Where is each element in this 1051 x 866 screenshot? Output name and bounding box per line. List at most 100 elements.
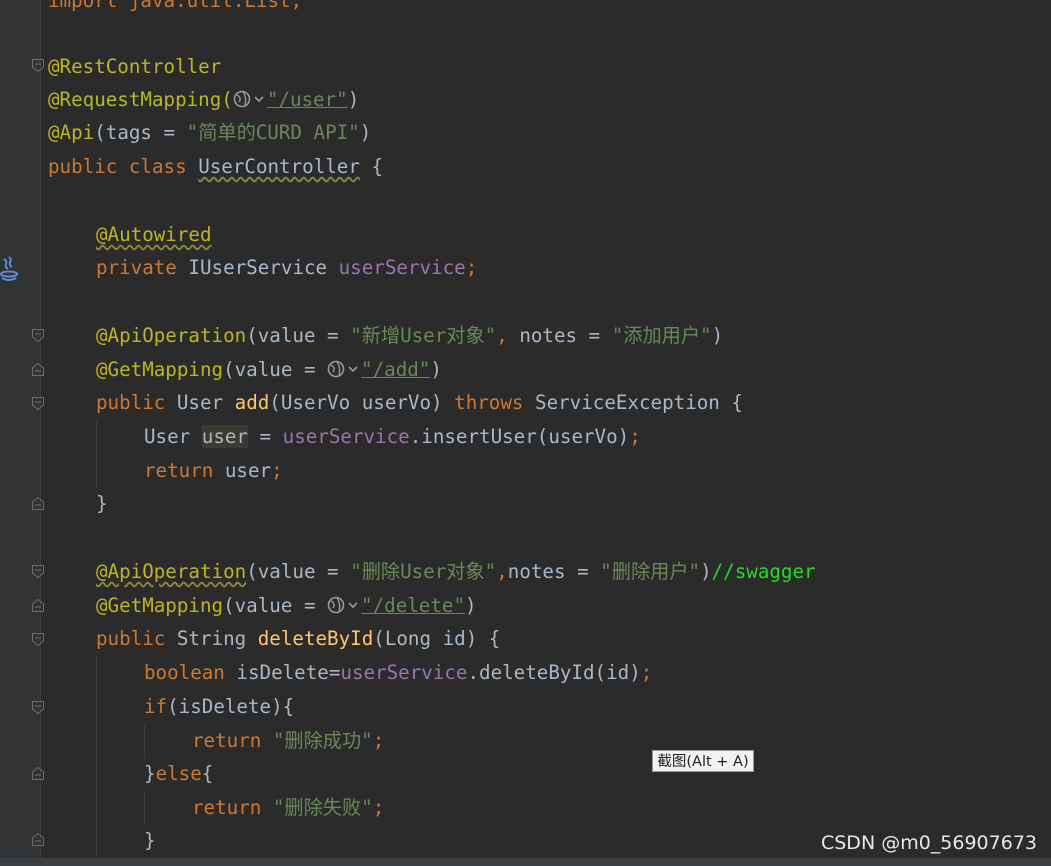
field-name: userService — [340, 661, 468, 684]
method-name: deleteById — [257, 627, 374, 650]
globe-icon[interactable] — [327, 595, 361, 615]
method-call: .deleteById(id) — [467, 661, 641, 684]
fold-icon[interactable] — [32, 767, 44, 780]
keyword: boolean — [144, 661, 237, 684]
code-line-return-user[interactable]: return user; — [144, 454, 283, 487]
fold-icon[interactable] — [32, 497, 44, 510]
code-line-close-else[interactable]: } — [144, 824, 156, 857]
url-path[interactable]: "/user" — [267, 88, 348, 111]
params: (value = — [223, 358, 328, 381]
type-name: User — [144, 425, 202, 448]
annotation: @ApiOperation — [96, 324, 247, 347]
method-call: .insertUser(userVo) — [409, 425, 630, 448]
code-line-getmapping-add[interactable]: @GetMapping(value = "/add") — [96, 353, 442, 386]
code-line-close-add[interactable]: } — [96, 487, 108, 520]
fold-icon[interactable] — [32, 59, 44, 72]
fold-icon[interactable] — [32, 633, 44, 646]
indent-guide — [96, 656, 97, 856]
code-line-getmapping-delete[interactable]: @GetMapping(value = "/delete") — [96, 589, 477, 622]
code-line-private-field[interactable]: private IUserService userService; — [96, 251, 477, 284]
code-line-boolean[interactable]: boolean isDelete=userService.deleteById(… — [144, 656, 652, 689]
fold-icon[interactable] — [32, 329, 44, 342]
code-line-apioperation-add[interactable]: @ApiOperation(value = "新增User对象", notes … — [96, 319, 723, 352]
params: notes = — [519, 324, 612, 347]
fold-icon[interactable] — [32, 565, 44, 578]
import-statement: import java.util.List; — [48, 0, 303, 12]
code-editor[interactable]: import java.util.List; @RestController @… — [0, 0, 1051, 858]
comment: //swagger — [711, 560, 816, 583]
fold-icon[interactable] — [32, 701, 44, 714]
annotation: @RequestMapping( — [48, 88, 233, 111]
keyword: private — [96, 256, 189, 279]
variable: isDelete= — [236, 661, 341, 684]
fold-icon[interactable] — [32, 397, 44, 410]
annotation: @GetMapping — [96, 594, 224, 617]
annotation: @Api — [48, 121, 95, 144]
condition: (isDelete){ — [167, 695, 295, 718]
variable: user — [224, 459, 272, 482]
string-literal: "删除成功" — [272, 729, 373, 752]
variable-highlighted[interactable]: user — [201, 425, 248, 448]
annotation: @Autowired — [96, 223, 212, 246]
params: (value = — [223, 594, 328, 617]
annotation: @RestController — [48, 55, 222, 78]
code-line-delete-method[interactable]: public String deleteById(Long id) { — [96, 622, 500, 655]
string-literal: "简单的CURD API" — [186, 121, 360, 144]
editor-gutter[interactable] — [0, 0, 41, 858]
paren: ) — [359, 121, 372, 144]
params: (tags = — [94, 121, 187, 144]
paren: ) — [711, 324, 724, 347]
code-line-import[interactable]: import java.util.List; — [48, 0, 302, 17]
horizontal-scrollbar[interactable] — [0, 858, 1051, 866]
brace: } — [144, 762, 156, 785]
code-line-user-assign[interactable]: User user = userService.insertUser(userV… — [144, 420, 641, 453]
params: (Long id) { — [373, 627, 501, 650]
paren: ) — [700, 560, 712, 583]
fold-icon[interactable] — [32, 599, 44, 612]
paren: ) — [430, 358, 442, 381]
code-line-api[interactable]: @Api(tags = "简单的CURD API") — [48, 116, 371, 149]
code-line-requestmapping[interactable]: @RequestMapping("/user") — [48, 83, 359, 116]
keyword: public class — [48, 155, 199, 178]
type-name: User — [176, 391, 235, 414]
java-class-icon[interactable] — [0, 253, 18, 283]
brace: { — [201, 762, 214, 785]
keyword: return — [192, 796, 273, 819]
code-line-return-success[interactable]: return "删除成功"; — [192, 724, 384, 757]
operator: = — [247, 425, 283, 448]
globe-icon[interactable] — [327, 359, 361, 379]
brace: } — [144, 829, 156, 852]
params: (value = — [246, 324, 351, 347]
url-path[interactable]: "/add" — [361, 358, 430, 381]
fold-icon[interactable] — [32, 363, 44, 376]
keyword: if — [144, 695, 168, 718]
type-name: String — [176, 627, 258, 650]
code-line-restcontroller[interactable]: @RestController — [48, 50, 221, 83]
semicolon: ; — [640, 661, 653, 684]
params: (value = — [246, 560, 351, 583]
globe-icon[interactable] — [233, 89, 267, 109]
url-path[interactable]: "/delete" — [361, 594, 465, 617]
fold-icon[interactable] — [32, 833, 44, 846]
method-name: add — [234, 391, 270, 414]
code-line-else[interactable]: }else{ — [144, 757, 213, 790]
code-line-add-method[interactable]: public User add(UserVo userVo) throws Se… — [96, 386, 743, 419]
indent-guide — [96, 420, 97, 488]
code-line-return-fail[interactable]: return "删除失败"; — [192, 791, 384, 824]
class-name[interactable]: UserController — [198, 155, 360, 178]
semicolon: ; — [271, 459, 283, 482]
paren: ) — [465, 594, 477, 617]
brace: { — [359, 155, 384, 178]
code-line-class[interactable]: public class UserController { — [48, 150, 383, 183]
code-line-apioperation-delete[interactable]: @ApiOperation(value = "删除User对象",notes =… — [96, 555, 816, 588]
params: (UserVo userVo) — [269, 391, 455, 414]
code-line-if[interactable]: if(isDelete){ — [144, 690, 294, 723]
field-name: userService — [282, 425, 410, 448]
comma: , — [496, 560, 508, 583]
string-literal: "新增User对象" — [350, 324, 497, 347]
string-literal: "删除失败" — [272, 796, 373, 819]
semicolon: ; — [465, 256, 478, 279]
code-line-autowired[interactable]: @Autowired — [96, 218, 212, 251]
indent-guide — [144, 790, 145, 824]
csdn-watermark: CSDN @m0_56907673 — [820, 832, 1037, 854]
